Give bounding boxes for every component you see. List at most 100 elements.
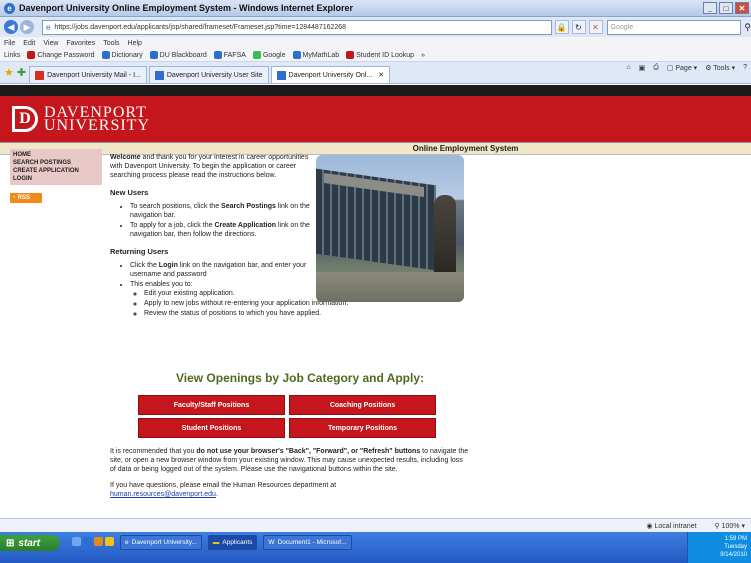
menu-view[interactable]: View <box>43 40 58 47</box>
link-fafsa[interactable]: FAFSA <box>213 51 246 59</box>
nav-home[interactable]: HOME <box>13 151 99 159</box>
favorites-star-icon[interactable]: ★ <box>4 66 14 79</box>
stop-icon[interactable]: ✕ <box>588 20 603 34</box>
start-button[interactable]: ⊞ start <box>0 535 60 551</box>
openings-heading: View Openings by Job Category and Apply: <box>175 371 425 385</box>
close-button[interactable]: ✕ <box>735 2 749 14</box>
side-navigation: HOME SEARCH POSTINGS CREATE APPLICATION … <box>10 149 102 185</box>
contact-paragraph: If you have questions, please email the … <box>110 482 337 498</box>
ie-icon: e <box>4 2 15 14</box>
faculty-staff-positions-button[interactable]: Faculty/Staff Positions <box>138 395 285 415</box>
help-icon[interactable]: ? <box>743 64 747 72</box>
folder-icon: ▬ <box>212 539 220 546</box>
menu-favorites[interactable]: Favorites <box>66 40 95 47</box>
logo-text: DAVENPORT UNIVERSITY <box>44 104 150 134</box>
window-titlebar: e Davenport University Online Employment… <box>0 0 751 17</box>
link-google[interactable]: Google <box>252 51 286 59</box>
maximize-button[interactable]: □ <box>719 2 733 14</box>
ie-page-icon <box>213 51 222 59</box>
link-mymathlab[interactable]: MyMathLab <box>292 51 339 59</box>
menu-help[interactable]: Help <box>128 40 142 47</box>
new-users-list: To search positions, click the Search Po… <box>130 202 310 239</box>
nav-create-application[interactable]: CREATE APPLICATION <box>13 167 99 175</box>
outlook-icon[interactable] <box>105 537 114 546</box>
search-icon[interactable]: ⚲ <box>744 22 751 33</box>
tab-user-site[interactable]: Davenport University User Site <box>148 66 269 83</box>
links-label: Links <box>4 51 21 59</box>
logo-mark: D <box>12 106 38 132</box>
clock-day: Tuesday <box>724 544 747 550</box>
link-student-id-lookup[interactable]: Student ID Lookup <box>346 51 414 59</box>
link-change-password[interactable]: Change Password <box>27 51 95 59</box>
clock-date: 9/14/2010 <box>720 552 747 558</box>
home-icon[interactable]: ⌂ <box>626 64 630 72</box>
nav-search-postings[interactable]: SEARCH POSTINGS <box>13 159 99 167</box>
print-icon[interactable]: ⎙ <box>653 64 659 72</box>
page-menu[interactable]: ▢ Page ▾ <box>667 64 697 72</box>
windows-flag-icon: ⊞ <box>6 537 15 549</box>
link-du-blackboard[interactable]: DU Blackboard <box>149 51 207 59</box>
status-bar: ◉ Local intranet ⚲ 100% ▾ <box>0 518 751 532</box>
page-content: D DAVENPORT UNIVERSITY Online Employment… <box>0 85 751 518</box>
google-icon <box>252 51 261 59</box>
links-bar: Links Change Password Dictionary DU Blac… <box>0 49 751 62</box>
tab-close-icon[interactable]: ✕ <box>378 71 384 79</box>
clock-time[interactable]: 1:59 PM <box>688 535 747 543</box>
forward-button[interactable]: ▶ <box>19 20 34 34</box>
tab-mail[interactable]: Davenport University Mail - I... <box>29 66 147 83</box>
word-icon: W <box>268 539 275 546</box>
temporary-positions-button[interactable]: Temporary Positions <box>289 418 436 438</box>
menu-edit[interactable]: Edit <box>23 40 35 47</box>
task-word-document[interactable]: W Document1 - Microsof... <box>263 535 352 550</box>
feeds-icon[interactable]: ▣ <box>639 64 646 72</box>
rss-icon: ◔ <box>12 195 16 201</box>
ie-page-icon <box>292 51 301 59</box>
minimize-button[interactable]: _ <box>703 2 717 14</box>
photo-ground <box>316 272 464 302</box>
link-dictionary[interactable]: Dictionary <box>101 51 143 59</box>
url-text: https://jobs.davenport.edu/applicants/js… <box>54 23 347 31</box>
show-desktop-icon[interactable] <box>72 537 81 546</box>
lock-icon[interactable]: 🔒 <box>554 20 569 34</box>
davenport-logo[interactable]: D DAVENPORT UNIVERSITY <box>12 104 150 134</box>
gmail-icon <box>35 70 45 80</box>
student-positions-button[interactable]: Student Positions <box>138 418 285 438</box>
zoom-icon: ⚲ <box>714 522 720 530</box>
hr-email-link[interactable]: human.resources@davenport.edu <box>110 491 216 498</box>
welcome-paragraph: Welcome and thank you for your interest … <box>110 154 309 179</box>
tab-employment[interactable]: Davenport University Onl... ✕ <box>270 66 391 83</box>
browser-warning: It is recommended that you do not use yo… <box>110 448 469 473</box>
add-favorites-icon[interactable]: ✚ <box>17 66 26 79</box>
window-title: Davenport University Online Employment S… <box>19 3 353 13</box>
window-controls: _ □ ✕ <box>703 2 749 14</box>
task-davenport-ie[interactable]: e Davenport University... <box>120 535 202 550</box>
menu-file[interactable]: File <box>4 40 15 47</box>
tools-menu[interactable]: ⚙ Tools ▾ <box>705 64 735 72</box>
url-field[interactable]: e https://jobs.davenport.edu/applicants/… <box>41 19 552 35</box>
address-actions: 🔒 ↻ ✕ <box>554 20 603 34</box>
ie-launch-icon[interactable] <box>83 537 92 546</box>
brand-header: D DAVENPORT UNIVERSITY <box>0 96 751 142</box>
ie-page-icon <box>276 70 286 80</box>
coaching-positions-button[interactable]: Coaching Positions <box>289 395 436 415</box>
zoom-level[interactable]: ⚲ 100% ▾ <box>715 522 745 530</box>
menu-bar: File Edit View Favorites Tools Help <box>0 37 751 49</box>
back-button[interactable]: ◀ <box>4 20 18 34</box>
list-item: Click the Login link on the navigation b… <box>130 261 310 279</box>
nav-login[interactable]: LOGIN <box>13 175 99 183</box>
quick-launch <box>72 537 114 546</box>
du-icon <box>27 51 36 59</box>
campus-building-photo <box>316 155 464 302</box>
task-applicants[interactable]: ▬ Applicants <box>207 535 258 550</box>
refresh-icon[interactable]: ↻ <box>571 20 586 34</box>
windows-taskbar: ⊞ start e Davenport University... ▬ Applica… <box>0 532 751 563</box>
list-item: To search positions, click the Search Po… <box>130 202 310 220</box>
search-input[interactable]: Google <box>606 19 742 35</box>
media-icon[interactable] <box>94 537 103 546</box>
links-overflow-chevron[interactable]: » <box>421 52 425 59</box>
address-bar: ◀ ▶ e https://jobs.davenport.edu/applica… <box>0 17 751 37</box>
rss-button[interactable]: ◔ RSS <box>10 193 42 203</box>
menu-tools[interactable]: Tools <box>103 40 119 47</box>
ie-page-icon <box>149 51 158 59</box>
ie-page-icon <box>154 70 164 80</box>
